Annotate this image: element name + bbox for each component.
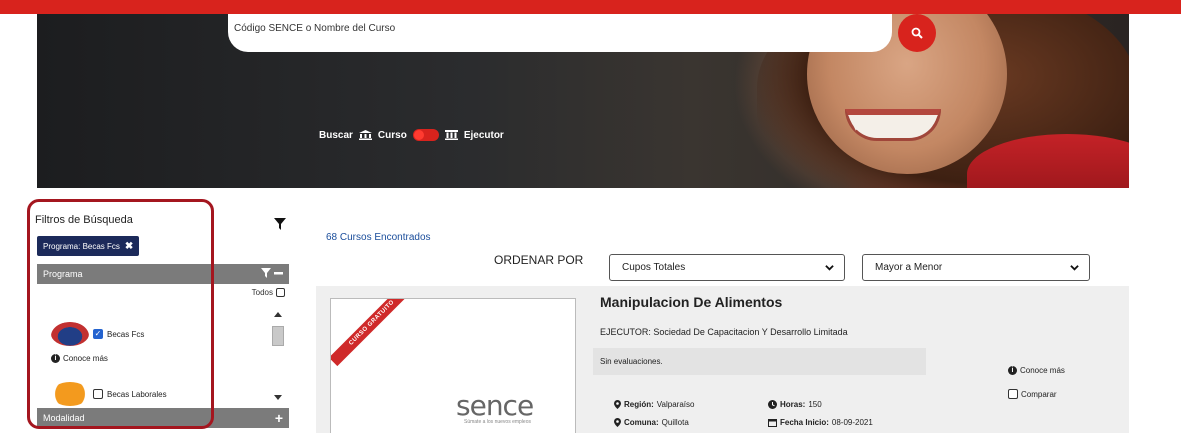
comuna-label: Comuna:	[624, 418, 659, 427]
becas-fcs-checkbox[interactable]	[93, 329, 103, 339]
info-icon: i	[51, 354, 60, 363]
modalidad-header-label: Modalidad	[43, 413, 85, 423]
course-title[interactable]: Manipulacion De Alimentos	[600, 294, 782, 310]
institution-icon	[444, 130, 458, 140]
building-icon	[358, 130, 372, 140]
expand-plus-icon[interactable]: +	[275, 411, 283, 425]
region-value: Valparaíso	[656, 400, 695, 409]
buscar-label: Buscar	[319, 129, 353, 141]
becas-laborales-label: Becas Laborales	[107, 389, 167, 399]
location-pin-icon	[614, 418, 621, 427]
ejecutor-option[interactable]: Ejecutor	[464, 130, 504, 141]
comuna-value: Quillota	[661, 418, 689, 427]
search-input[interactable]: Código SENCE o Nombre del Curso	[228, 14, 892, 52]
active-filter-label: Programa: Becas Fcs	[43, 241, 120, 251]
curso-option[interactable]: Curso	[378, 130, 407, 141]
sence-tagline: Súmate a los nuevos empleos	[464, 419, 531, 425]
evaluations-bar: Sin evaluaciones.	[593, 348, 926, 375]
active-filter-chip[interactable]: Programa: Becas Fcs ✖	[37, 236, 140, 256]
chevron-down-icon	[1070, 265, 1079, 271]
top-bar	[0, 0, 1181, 14]
fecha-label: Fecha Inicio:	[780, 418, 829, 427]
search-button[interactable]	[898, 14, 936, 52]
funnel-minus-icon[interactable]	[261, 267, 283, 281]
scroll-thumb[interactable]	[272, 326, 284, 346]
course-comuna: Comuna: Quillota	[614, 418, 689, 427]
programa-item-becas-fcs[interactable]: Becas Fcs	[51, 322, 144, 346]
programa-item-becas-laborales[interactable]: Becas Laborales	[51, 382, 167, 406]
sort-order-select[interactable]: Mayor a Menor	[862, 254, 1090, 281]
programa-header-label: Programa	[43, 269, 83, 279]
calendar-icon	[768, 419, 777, 427]
becas-fcs-logo	[51, 322, 89, 346]
todos-label: Todos	[251, 288, 273, 297]
free-course-ribbon: CURSO GRATUITO	[331, 299, 416, 367]
search-icon	[911, 27, 923, 39]
programa-scrollbar[interactable]	[272, 306, 284, 406]
course-conoce-mas-link[interactable]: i Conoce más	[1008, 366, 1065, 375]
page: Código SENCE o Nombre del Curso Buscar C…	[0, 0, 1181, 433]
evaluations-text: Sin evaluaciones.	[600, 357, 663, 366]
sort-field-value: Cupos Totales	[622, 262, 686, 273]
scroll-down-icon[interactable]	[274, 395, 282, 400]
info-icon: i	[1008, 366, 1017, 375]
course-ejecutor: EJECUTOR: Sociedad De Capacitacion Y Des…	[600, 327, 848, 337]
filters-title: Filtros de Búsqueda	[35, 214, 133, 226]
curso-ejecutor-toggle[interactable]	[412, 129, 439, 141]
course-horas: Horas: 150	[768, 400, 822, 409]
sence-logo: sence	[456, 389, 534, 422]
conoce-mas-label: Conoce más	[63, 354, 108, 363]
course-region: Región: Valparaíso	[614, 400, 694, 409]
scroll-up-icon[interactable]	[274, 312, 282, 317]
modalidad-panel-header[interactable]: Modalidad +	[37, 408, 289, 428]
becas-laborales-checkbox[interactable]	[93, 389, 103, 399]
course-conoce-mas-label: Conoce más	[1020, 366, 1065, 375]
horas-label: Horas:	[780, 400, 806, 409]
filters-sidebar: Filtros de Búsqueda Programa: Becas Fcs …	[35, 200, 291, 433]
fecha-value: 08-09-2021	[831, 418, 873, 427]
conoce-mas-link[interactable]: i Conoce más	[51, 354, 108, 363]
comparar-option[interactable]: Comparar	[1008, 389, 1057, 399]
sort-field-select[interactable]: Cupos Totales	[609, 254, 845, 281]
search-mode-row: Buscar Curso Ejecutor	[319, 127, 504, 143]
horas-value: 150	[808, 400, 822, 409]
programa-panel-body: Todos Becas Fcs i Conoce más Becas Labor	[37, 284, 289, 408]
search-placeholder: Código SENCE o Nombre del Curso	[234, 23, 396, 34]
programa-panel-header[interactable]: Programa	[37, 264, 289, 284]
becas-laborales-logo	[51, 382, 89, 406]
course-thumbnail[interactable]: CURSO GRATUITO sence Súmate a los nuevos…	[330, 298, 576, 433]
clock-icon	[768, 400, 777, 409]
region-label: Región:	[624, 400, 654, 409]
course-card[interactable]: CURSO GRATUITO sence Súmate a los nuevos…	[316, 286, 1129, 433]
collapse-icon	[261, 268, 283, 278]
becas-fcs-label: Becas Fcs	[107, 329, 145, 339]
comparar-label: Comparar	[1021, 389, 1057, 399]
course-fecha: Fecha Inicio: 08-09-2021	[768, 418, 873, 427]
location-pin-icon	[614, 400, 621, 409]
funnel-icon[interactable]	[274, 218, 286, 230]
chevron-down-icon	[825, 265, 834, 271]
remove-filter-icon[interactable]: ✖	[125, 241, 133, 252]
todos-checkbox[interactable]	[276, 288, 285, 297]
results-count: 68 Cursos Encontrados	[326, 232, 431, 243]
comparar-checkbox[interactable]	[1008, 389, 1018, 399]
sort-label: ORDENAR POR	[494, 253, 584, 267]
sort-order-value: Mayor a Menor	[875, 262, 943, 273]
todos-option[interactable]: Todos	[252, 288, 285, 297]
toggle-knob	[413, 130, 424, 140]
